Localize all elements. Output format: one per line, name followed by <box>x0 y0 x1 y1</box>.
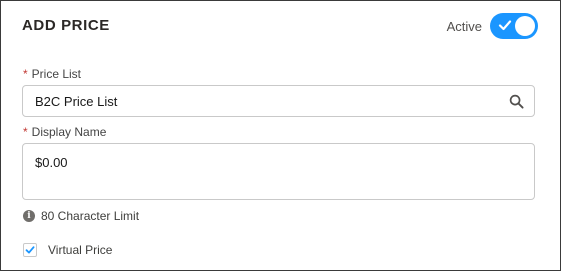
price-list-label: * Price List <box>23 67 81 81</box>
virtual-price-label: Virtual Price <box>48 243 113 257</box>
price-list-label-text: Price List <box>31 67 82 81</box>
display-name-textarea[interactable]: $0.00 <box>22 143 535 200</box>
add-price-panel: ADD PRICE Active * Price List B2C Price L… <box>0 0 561 271</box>
active-label: Active <box>446 18 482 34</box>
virtual-price-checkbox[interactable] <box>23 243 37 257</box>
checkmark-icon <box>25 246 35 254</box>
price-list-value: B2C Price List <box>35 94 118 109</box>
toggle-knob <box>515 16 535 36</box>
panel-title: ADD PRICE <box>22 17 110 34</box>
character-limit-hint: i 80 Character Limit <box>23 209 139 223</box>
price-list-input[interactable]: B2C Price List <box>22 85 535 117</box>
active-toggle[interactable] <box>490 13 538 39</box>
info-icon: i <box>23 210 35 222</box>
active-toggle-group: Active <box>447 13 538 39</box>
character-limit-text: 80 Character Limit <box>41 209 140 223</box>
display-name-label-text: Display Name <box>31 125 107 139</box>
required-marker: * <box>23 67 28 81</box>
display-name-label: * Display Name <box>23 125 106 139</box>
required-marker: * <box>23 125 28 139</box>
search-icon[interactable] <box>509 94 524 109</box>
checkmark-icon <box>498 20 512 31</box>
display-name-value: $0.00 <box>35 155 68 170</box>
virtual-price-row: Virtual Price <box>23 243 112 257</box>
